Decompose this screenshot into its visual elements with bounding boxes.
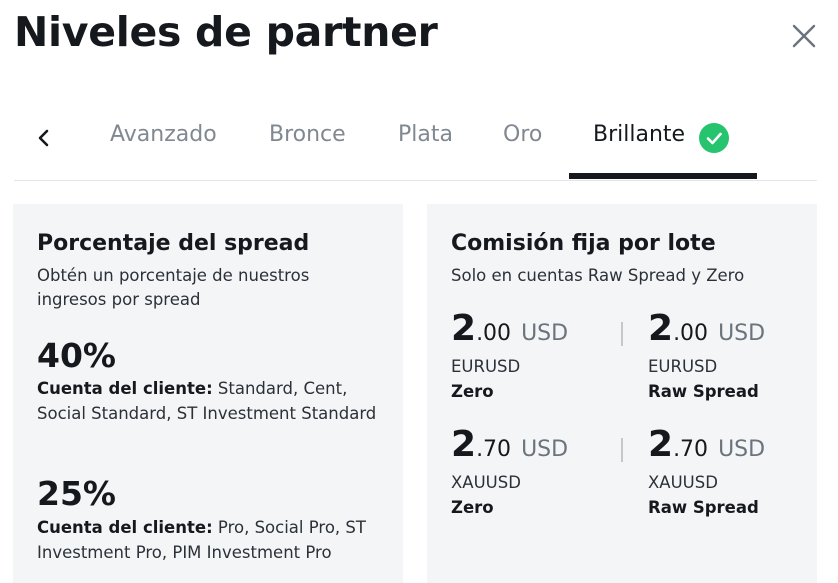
check-circle-icon — [699, 123, 729, 153]
fee-symbol: EURUSD — [648, 357, 718, 376]
tier-percent: 25% — [37, 474, 116, 513]
fee-amount-decimal: .70 — [476, 437, 512, 462]
fee-currency: USD — [718, 437, 766, 462]
divider — [621, 438, 623, 462]
tier-percent: 40% — [37, 336, 116, 375]
fee-currency: USD — [521, 321, 569, 346]
close-icon — [792, 24, 816, 48]
tab-avanzado[interactable]: Avanzado — [110, 122, 217, 147]
commission-subtitle: Solo en cuentas Raw Spread y Zero — [451, 266, 745, 285]
fee-currency: USD — [521, 437, 569, 462]
account-label: Cuenta del cliente: — [37, 379, 213, 398]
fee-amount-decimal: .70 — [673, 437, 709, 462]
fee-currency: USD — [718, 321, 766, 346]
commission-card: Comisión fija por lote Solo en cuentas R… — [427, 204, 817, 583]
divider — [621, 322, 623, 346]
tier-accounts: Cuenta del cliente: Standard, Cent, Soci… — [37, 377, 392, 426]
spread-title: Porcentaje del spread — [37, 231, 310, 256]
fee-amount: 2.70 USD — [451, 424, 568, 465]
active-tab-indicator — [569, 173, 757, 179]
spread-subtitle: Obtén un porcentaje de nuestros ingresos… — [37, 266, 310, 309]
fee-amount-integer: 2 — [451, 308, 477, 349]
fee-amount-integer: 2 — [648, 308, 674, 349]
fee-amount: 2.00 USD — [648, 308, 765, 349]
tab-plata[interactable]: Plata — [398, 122, 453, 147]
tabs-prev-button[interactable] — [34, 126, 54, 150]
close-button[interactable] — [790, 22, 818, 50]
tier-tabs: Avanzado Bronce Plata Oro Brillante — [14, 100, 817, 181]
chevron-left-icon — [38, 129, 49, 147]
fee-symbol: EURUSD — [451, 357, 521, 376]
fee-symbol: XAUUSD — [451, 473, 521, 492]
tab-oro[interactable]: Oro — [503, 122, 542, 147]
commission-title: Comisión fija por lote — [451, 231, 716, 256]
fee-amount-integer: 2 — [648, 424, 674, 465]
tab-brillante[interactable]: Brillante — [593, 122, 685, 147]
fee-account-type: Raw Spread — [648, 382, 759, 401]
fee-amount: 2.70 USD — [648, 424, 765, 465]
page-title: Niveles de partner — [14, 8, 438, 56]
account-label: Cuenta del cliente: — [37, 518, 213, 537]
fee-amount-decimal: .00 — [673, 321, 709, 346]
fee-account-type: Zero — [451, 382, 494, 401]
fee-amount: 2.00 USD — [451, 308, 568, 349]
tab-bronce[interactable]: Bronce — [269, 122, 346, 147]
tier-accounts: Cuenta del cliente: Pro, Social Pro, ST … — [37, 516, 392, 565]
fee-account-type: Raw Spread — [648, 498, 759, 517]
fee-account-type: Zero — [451, 498, 494, 517]
spread-card: Porcentaje del spread Obtén un porcentaj… — [13, 204, 403, 583]
fee-symbol: XAUUSD — [648, 473, 718, 492]
fee-amount-integer: 2 — [451, 424, 477, 465]
fee-amount-decimal: .00 — [476, 321, 512, 346]
